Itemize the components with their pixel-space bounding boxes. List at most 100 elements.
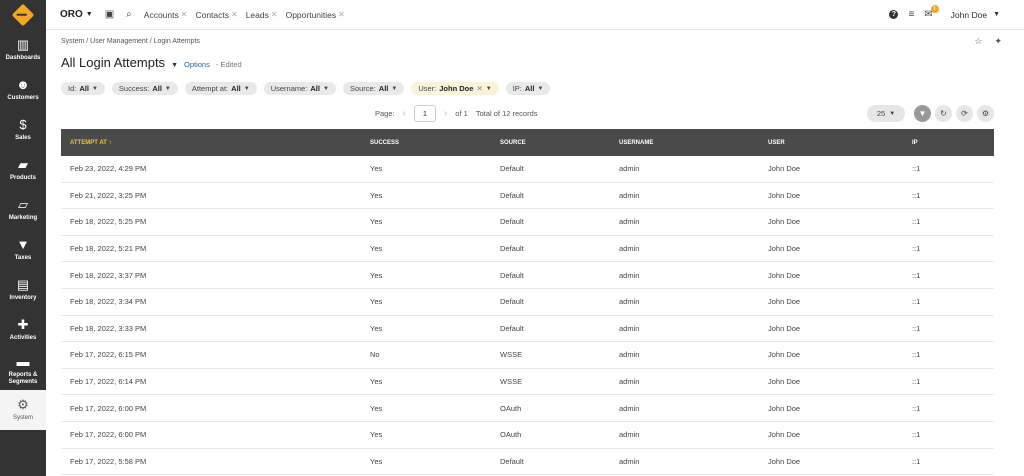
close-icon[interactable]: ✕: [181, 10, 188, 19]
tab-contacts[interactable]: Contacts ✕: [195, 10, 237, 20]
table-cell: Default: [500, 456, 524, 466]
table-row[interactable]: Feb 18, 2022, 5:25 PM Yes Default admin John…: [61, 209, 994, 236]
table-row[interactable]: Feb 17, 2022, 6:00 PM Yes OAuth admin John D…: [61, 422, 994, 449]
table-cell: ::1: [912, 244, 921, 254]
table-row[interactable]: Feb 23, 2022, 4:29 PM Yes Default admin John…: [61, 156, 994, 183]
table-cell: admin: [619, 270, 640, 280]
tab-leads[interactable]: Leads ✕: [246, 10, 278, 20]
table-row[interactable]: Feb 18, 2022, 3:33 PM Yes Default admin John…: [61, 316, 994, 343]
sidebar-item-label: Inventory: [9, 295, 37, 301]
tab-opportunities[interactable]: Opportunities ✕: [286, 10, 345, 20]
filter-success[interactable]: Success: All ▼: [111, 82, 178, 95]
sidebar-item-activities[interactable]: ✚ Activities: [0, 310, 46, 350]
filter-bar: Id: All ▼ Success: All ▼ Attempt at: All ▼ Userna…: [61, 82, 551, 95]
table-cell: Yes: [370, 164, 383, 174]
table-cell: Feb 18, 2022, 5:25 PM: [70, 217, 147, 227]
user-menu[interactable]: John Doe ▼: [951, 10, 1000, 20]
refresh-icon[interactable]: ⟳: [956, 105, 973, 122]
pin-icon[interactable]: ✦: [994, 36, 1002, 47]
table-cell: admin: [619, 456, 640, 466]
column-label: Username: [619, 139, 654, 146]
oro-logo[interactable]: [0, 0, 46, 30]
sidebar-item-taxes[interactable]: ▼ Taxes: [0, 230, 46, 270]
login-attempts-table: Attempt At ↑ Success Source Username User IP …: [61, 129, 994, 476]
column-header-user[interactable]: User: [768, 140, 912, 146]
star-icon[interactable]: ☆: [974, 36, 982, 47]
close-icon[interactable]: ✕: [231, 10, 238, 19]
options-link[interactable]: Options: [184, 60, 210, 69]
sort-arrow-icon: ↑: [106, 139, 112, 146]
sidebar-item-products[interactable]: ▰ Products: [0, 150, 46, 190]
table-cell: ::1: [912, 217, 921, 227]
sidebar-item-sales[interactable]: $ Sales: [0, 110, 46, 150]
filter-label: Id:: [68, 84, 77, 93]
bar-chart-icon: ▥: [16, 37, 30, 52]
reset-icon[interactable]: ↻: [935, 105, 952, 122]
column-label: Success: [370, 139, 400, 146]
table-cell: Default: [500, 244, 524, 254]
filter-attempt-at[interactable]: Attempt at: All ▼: [184, 82, 257, 95]
grid-settings-gear-icon[interactable]: ⚙: [977, 105, 994, 122]
table-row[interactable]: Feb 17, 2022, 6:00 PM Yes OAuth admin John D…: [61, 395, 994, 422]
table-cell: Feb 18, 2022, 3:37 PM: [70, 270, 147, 280]
sidebar-item-reports[interactable]: ▬ Reports & Segments: [0, 350, 46, 390]
prev-page-icon[interactable]: ‹: [403, 108, 406, 119]
table-cell: John Doe: [768, 456, 801, 466]
mail-icon[interactable]: ✉ 1: [924, 5, 939, 20]
close-icon[interactable]: ✕: [271, 10, 278, 19]
close-icon[interactable]: ✕: [338, 10, 345, 19]
table-row[interactable]: Feb 18, 2022, 3:34 PM Yes Default admin John…: [61, 289, 994, 316]
book-icon: ▱: [18, 197, 28, 212]
column-header-username[interactable]: Username: [619, 140, 768, 146]
tab-accounts[interactable]: Accounts ✕: [144, 10, 188, 20]
filter-value: All: [378, 84, 389, 93]
filter-id[interactable]: Id: All ▼: [61, 82, 105, 95]
sidebar-item-customers[interactable]: ☻ Customers: [0, 70, 46, 110]
filter-value: All: [79, 84, 89, 93]
image-icon[interactable]: ▣: [105, 9, 114, 20]
view-selector-chevron-icon[interactable]: ▼: [171, 62, 178, 69]
column-header-source[interactable]: Source: [500, 140, 619, 146]
page-size-select[interactable]: 25 ▼: [867, 105, 905, 122]
table-cell: John Doe: [768, 403, 801, 413]
table-row[interactable]: Feb 21, 2022, 3:25 PM Yes Default admin John…: [61, 183, 994, 210]
filter-value: All: [231, 84, 241, 93]
table-row[interactable]: Feb 17, 2022, 6:14 PM Yes WSSE admin John Do…: [61, 369, 994, 396]
brand-label: ORO: [60, 9, 83, 20]
column-header-attempt-at[interactable]: Attempt At ↑: [61, 140, 370, 146]
page-count: of 1: [455, 109, 468, 118]
filter-value: All: [310, 84, 320, 93]
column-header-success[interactable]: Success: [370, 140, 500, 146]
help-icon[interactable]: ?: [889, 10, 899, 19]
table-row[interactable]: Feb 18, 2022, 3:37 PM Yes Default admin John…: [61, 262, 994, 289]
filter-source[interactable]: Source: All ▼: [342, 82, 405, 95]
column-header-ip[interactable]: IP: [912, 140, 994, 146]
filter-user[interactable]: User: John Doe ✕ ▼: [411, 82, 499, 95]
filter-username[interactable]: Username: All ▼: [263, 82, 336, 95]
users-icon: ☻: [16, 77, 30, 92]
page-number-input[interactable]: 1: [413, 105, 436, 122]
top-bar: ORO ▼ ▣ ⌕ Accounts ✕ Contacts ✕ Leads ✕ Opport…: [46, 0, 1024, 30]
filter-ip[interactable]: IP: All ▼: [505, 82, 551, 95]
logo-icon: [11, 3, 35, 27]
column-label: Attempt At: [70, 139, 107, 146]
filter-toggle-icon[interactable]: ▼: [914, 105, 931, 122]
brand-menu[interactable]: ORO ▼: [60, 9, 93, 20]
table-row[interactable]: Feb 18, 2022, 5:21 PM Yes Default admin John…: [61, 236, 994, 263]
sidebar-item-label: Sales: [15, 135, 31, 141]
search-icon[interactable]: ⌕: [126, 9, 132, 20]
table-row[interactable]: Feb 17, 2022, 6:15 PM No WSSE admin John Doe…: [61, 342, 994, 369]
table-cell: Default: [500, 297, 524, 307]
table-cell: admin: [619, 190, 640, 200]
table-row[interactable]: Feb 17, 2022, 5:58 PM Yes Default admin John…: [61, 449, 994, 476]
sidebar-item-inventory[interactable]: ▤ Inventory: [0, 270, 46, 310]
table-cell: ::1: [912, 297, 921, 307]
chevron-down-icon: ▼: [889, 110, 896, 117]
next-page-icon[interactable]: ›: [444, 108, 447, 119]
sidebar-item-system[interactable]: ⚙ System: [0, 390, 46, 430]
menu-icon[interactable]: ≡: [908, 9, 914, 20]
sidebar-item-dashboards[interactable]: ▥ Dashboards: [0, 30, 46, 70]
remove-filter-icon[interactable]: ✕: [476, 84, 482, 93]
page-size-value: 25: [876, 109, 886, 118]
sidebar-item-marketing[interactable]: ▱ Marketing: [0, 190, 46, 230]
